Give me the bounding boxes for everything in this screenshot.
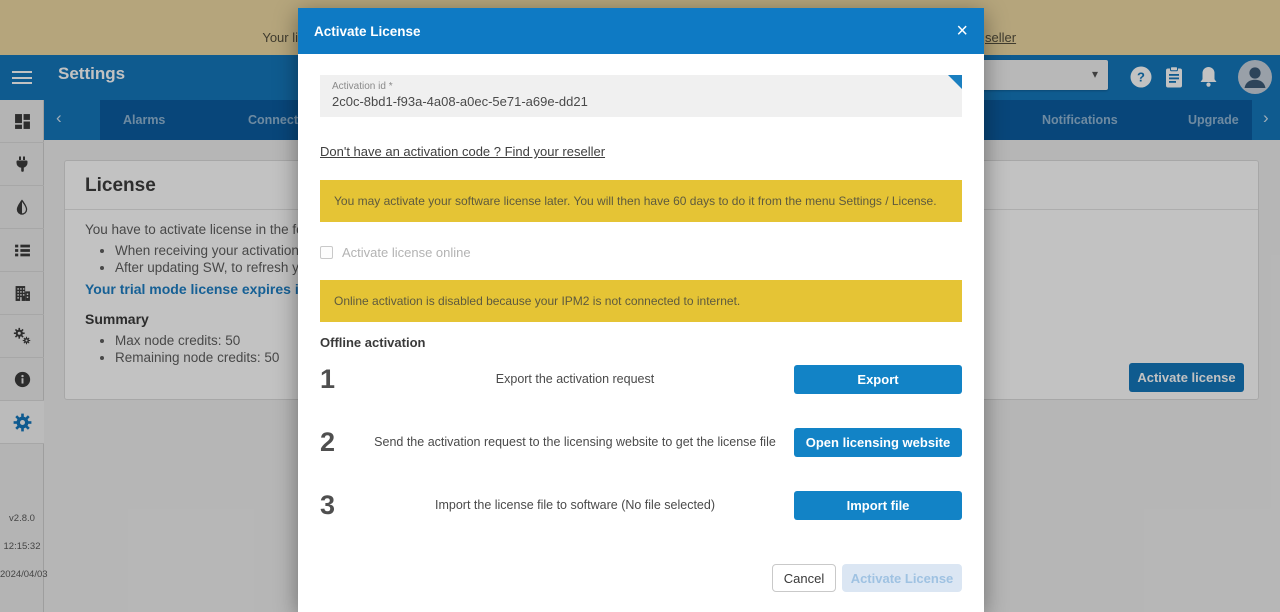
activation-id-value: 2c0c-8bd1-f93a-4a08-a0ec-5e71-a69e-dd21 bbox=[332, 94, 950, 109]
import-file-button[interactable]: Import file bbox=[794, 491, 962, 520]
field-corner-marker-icon bbox=[948, 75, 962, 89]
activate-license-button-disabled[interactable]: Activate License bbox=[842, 564, 962, 592]
dialog-footer: Cancel Activate License bbox=[320, 564, 962, 592]
offline-step-3: 3 Import the license file to software (N… bbox=[320, 490, 962, 520]
step-number: 3 bbox=[320, 490, 356, 521]
online-disabled-warning: Online activation is disabled because yo… bbox=[320, 280, 962, 322]
step-number: 1 bbox=[320, 364, 356, 395]
offline-activation-title: Offline activation bbox=[320, 335, 962, 350]
find-reseller-link[interactable]: Don't have an activation code ? Find you… bbox=[320, 144, 605, 159]
export-button[interactable]: Export bbox=[794, 365, 962, 394]
activation-id-label: Activation id * bbox=[332, 81, 950, 92]
step-number: 2 bbox=[320, 427, 356, 458]
offline-step-1: 1 Export the activation request Export bbox=[320, 364, 962, 394]
dialog-header: Activate License × bbox=[298, 8, 984, 54]
offline-step-2: 2 Send the activation request to the lic… bbox=[320, 427, 962, 457]
close-icon[interactable]: × bbox=[956, 21, 968, 41]
dialog-body: Activation id * 2c0c-8bd1-f93a-4a08-a0ec… bbox=[298, 75, 984, 592]
step-description: Send the activation request to the licen… bbox=[356, 435, 794, 449]
activation-id-field[interactable]: Activation id * 2c0c-8bd1-f93a-4a08-a0ec… bbox=[320, 75, 962, 117]
application-window: Your li seller Settings ▾ ? bbox=[0, 0, 1280, 612]
online-activation-label: Activate license online bbox=[342, 245, 471, 260]
step-description: Export the activation request bbox=[356, 372, 794, 386]
step-description: Import the license file to software (No … bbox=[356, 498, 794, 512]
dialog-title: Activate License bbox=[314, 24, 956, 39]
activate-license-dialog: Activate License × Activation id * 2c0c-… bbox=[298, 8, 984, 612]
online-activation-row: Activate license online bbox=[320, 245, 962, 260]
online-activation-checkbox[interactable] bbox=[320, 246, 333, 259]
open-licensing-website-button[interactable]: Open licensing website bbox=[794, 428, 962, 457]
activate-later-warning: You may activate your software license l… bbox=[320, 180, 962, 222]
cancel-button[interactable]: Cancel bbox=[772, 564, 836, 592]
